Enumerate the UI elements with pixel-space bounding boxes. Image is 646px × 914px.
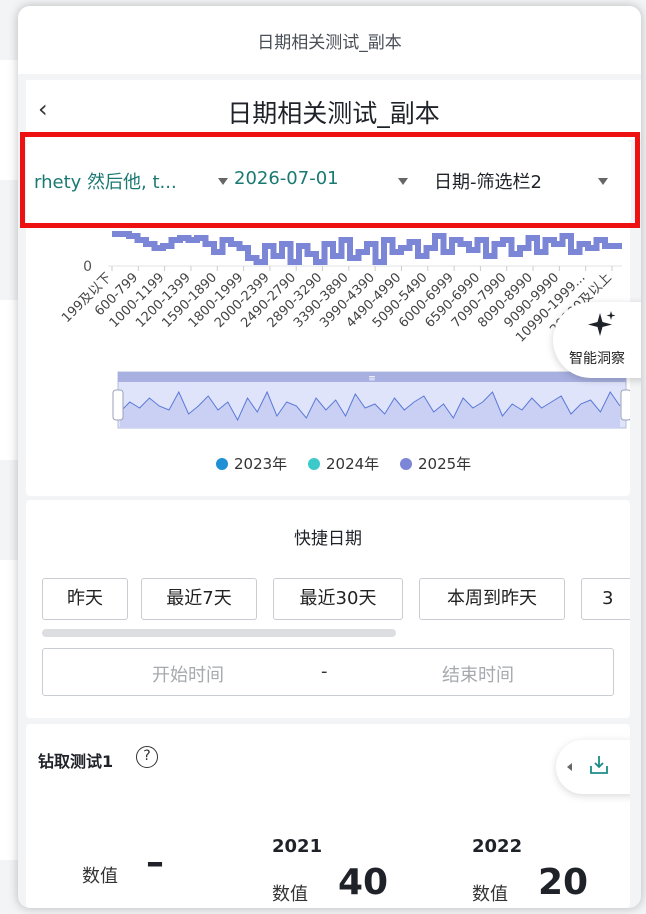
caret-down-icon bbox=[598, 178, 608, 185]
filter-value: rhety 然后他, t... bbox=[34, 172, 177, 193]
filter-dropdown-2[interactable]: 2026-07-01 bbox=[234, 168, 414, 202]
range-separator: - bbox=[321, 661, 328, 682]
filter-value: 2026-07-01 bbox=[234, 168, 339, 189]
help-icon[interactable]: ? bbox=[136, 746, 158, 768]
page-title: 日期相关测试_副本 bbox=[227, 99, 440, 128]
smart-insight-label: 智能洞察 bbox=[569, 351, 625, 367]
window-title: 日期相关测试_副本 bbox=[257, 33, 402, 53]
backdrop-strip bbox=[0, 560, 20, 860]
drill-card: 钻取测试1 ? 数值 – 2021 数值 40 2022 数值 20 bbox=[26, 724, 630, 908]
export-button[interactable] bbox=[556, 740, 630, 794]
start-date-input[interactable]: 开始时间 bbox=[43, 661, 333, 687]
year-value-2022: 20 bbox=[538, 862, 589, 903]
smart-insight-button[interactable]: 智能洞察 bbox=[553, 302, 641, 378]
drill-title: 钻取测试1 bbox=[38, 752, 114, 771]
legend-marker bbox=[216, 458, 228, 470]
legend-marker bbox=[400, 458, 412, 470]
kpi-value: – bbox=[146, 842, 164, 883]
legend-label: 2025年 bbox=[418, 455, 471, 473]
filter-bar: rhety 然后他, t... 2026-07-01 日期-筛选栏2 bbox=[18, 128, 641, 232]
series-line-2025 bbox=[112, 231, 622, 265]
caret-down-icon bbox=[398, 178, 408, 185]
collapse-arrow-icon bbox=[567, 763, 572, 771]
sparkle-icon bbox=[588, 311, 616, 336]
year-value-label-2022: 数值 bbox=[472, 884, 508, 905]
date-range-picker[interactable]: 开始时间 - 结束时间 bbox=[42, 648, 614, 696]
quick-date-more-button[interactable]: 3 bbox=[581, 578, 630, 620]
quick-date-last7-button[interactable]: 最近7天 bbox=[141, 578, 257, 620]
dashboard-sheet: 日期相关测试_副本 ‹ 日期相关测试_副本 0 199及以下 600-799 1000… bbox=[18, 6, 641, 908]
zoom-grip-icon: ≡ bbox=[368, 374, 376, 384]
year-value-label-2021: 数值 bbox=[272, 884, 308, 905]
end-date-input[interactable]: 结束时间 bbox=[333, 661, 623, 687]
quick-date-week-to-yesterday-button[interactable]: 本周到昨天 bbox=[419, 578, 565, 620]
filter-dropdown-1[interactable]: rhety 然后他, t... bbox=[34, 168, 228, 202]
legend-marker bbox=[308, 458, 320, 470]
quick-date-last30-button[interactable]: 最近30天 bbox=[273, 578, 403, 620]
caret-down-icon bbox=[218, 178, 228, 185]
backdrop-strip bbox=[0, 300, 20, 460]
kpi-label: 数值 bbox=[82, 866, 118, 887]
quick-date-yesterday-button[interactable]: 昨天 bbox=[42, 578, 128, 620]
filter-dropdown-3[interactable]: 日期-筛选栏2 bbox=[434, 168, 614, 202]
legend-label: 2024年 bbox=[326, 455, 379, 473]
backdrop-strip bbox=[0, 60, 20, 180]
window-title-bar: 日期相关测试_副本 bbox=[18, 6, 641, 74]
quick-date-title: 快捷日期 bbox=[294, 529, 362, 549]
zoom-handle-left bbox=[112, 389, 124, 421]
filter-value: 日期-筛选栏2 bbox=[434, 172, 542, 193]
y-tick-label: 0 bbox=[83, 259, 92, 275]
quick-date-card: 快捷日期 昨天 最近7天 最近30天 本周到昨天 3 开始时间 - 结束时间 bbox=[26, 500, 630, 718]
legend-label: 2023年 bbox=[234, 455, 287, 473]
download-icon bbox=[590, 756, 608, 774]
year-value-2021: 40 bbox=[338, 862, 389, 903]
year-label-2022: 2022 bbox=[472, 836, 523, 857]
year-label-2021: 2021 bbox=[272, 836, 323, 857]
horizontal-scrollbar[interactable] bbox=[42, 629, 396, 637]
zoom-handle-right bbox=[620, 389, 630, 421]
